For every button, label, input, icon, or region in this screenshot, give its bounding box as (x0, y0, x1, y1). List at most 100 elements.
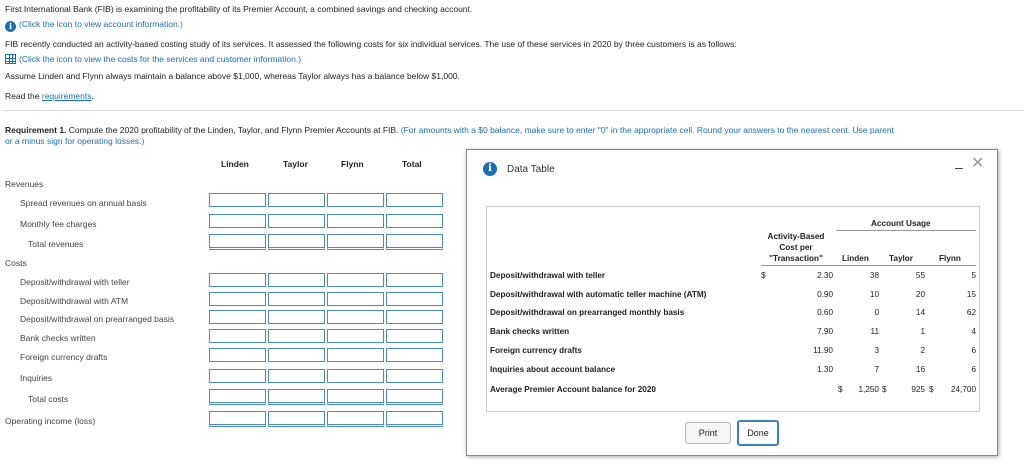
input-prearranged-taylor[interactable] (268, 310, 325, 324)
input-total-costs-taylor[interactable] (268, 389, 325, 405)
input-teller-total[interactable] (386, 273, 443, 287)
input-inquiries-total[interactable] (386, 369, 443, 383)
revenues-label: Revenues (5, 179, 44, 189)
row-cost: 11.90 (813, 346, 833, 355)
usage-header-flynn: Flynn (939, 254, 961, 263)
input-total-revenues-linden[interactable] (209, 234, 266, 250)
input-atm-linden[interactable] (209, 292, 266, 306)
intro-line-2: FIB recently conducted an activity-based… (5, 39, 737, 49)
table-icon[interactable] (5, 54, 16, 64)
row-label: Deposit/withdrawal with automatic teller… (490, 290, 707, 299)
avg-dollar-2: $ (882, 385, 887, 394)
row-taylor: 14 (915, 308, 925, 317)
read-prefix: Read the (5, 91, 42, 101)
input-operating-income-flynn[interactable] (327, 411, 384, 427)
account-info-link[interactable]: (Click the icon to view account informat… (19, 19, 183, 29)
done-button[interactable]: Done (737, 420, 779, 446)
input-foreign-taylor[interactable] (268, 348, 325, 362)
input-prearranged-linden[interactable] (209, 310, 266, 324)
abc-header-2: Cost per (779, 243, 813, 252)
input-atm-taylor[interactable] (268, 292, 325, 306)
input-checks-flynn[interactable] (327, 329, 384, 343)
row-label-operating-income: Operating income (loss) (5, 416, 96, 426)
col-header-linden: Linden (221, 159, 249, 169)
input-checks-taylor[interactable] (268, 329, 325, 343)
usage-header-taylor: Taylor (889, 254, 913, 263)
input-inquiries-linden[interactable] (209, 369, 266, 383)
avg-flynn: 24,700 (950, 385, 976, 394)
requirement-hint-2: or a minus sign for operating losses.) (5, 136, 145, 146)
row-label-total-revenues: Total revenues (28, 239, 84, 249)
row-label-atm: Deposit/withdrawal with ATM (20, 296, 129, 306)
row-taylor: 55 (915, 271, 925, 280)
input-checks-total[interactable] (386, 329, 443, 343)
input-total-revenues-taylor[interactable] (268, 234, 325, 250)
avg-dollar-1: $ (838, 385, 843, 394)
row-linden: 0 (874, 308, 879, 317)
row-linden: 38 (869, 271, 879, 280)
row-linden: 10 (869, 290, 879, 299)
input-total-revenues-flynn[interactable] (327, 234, 384, 250)
row-label: Inquiries about account balance (490, 365, 616, 374)
input-operating-income-taylor[interactable] (268, 411, 325, 427)
row-label: Bank checks written (490, 327, 570, 336)
input-monthly-linden[interactable] (209, 214, 266, 228)
input-total-costs-linden[interactable] (209, 389, 266, 405)
abc-header-3: "Transaction" (769, 254, 823, 263)
input-prearranged-total[interactable] (386, 310, 443, 324)
input-monthly-taylor[interactable] (268, 214, 325, 228)
input-atm-total[interactable] (386, 292, 443, 306)
input-spread-taylor[interactable] (268, 193, 325, 207)
requirement-line: Requirement 1. Compute the 2020 profitab… (5, 125, 894, 135)
input-spread-flynn[interactable] (327, 193, 384, 207)
row-linden: 11 (870, 327, 880, 336)
input-inquiries-taylor[interactable] (268, 369, 325, 383)
row-flynn: 5 (971, 271, 976, 280)
input-spread-total[interactable] (386, 193, 443, 207)
row-label-total-costs: Total costs (28, 394, 69, 404)
row-flynn: 6 (971, 346, 976, 355)
requirement-hint: (For amounts with a $0 balance, make sur… (400, 125, 894, 135)
row-cost: 1.30 (817, 365, 833, 374)
costs-info-link[interactable]: (Click the icon to view the costs for th… (19, 54, 301, 64)
input-operating-income-total[interactable] (386, 411, 443, 427)
input-teller-flynn[interactable] (327, 273, 384, 287)
input-monthly-flynn[interactable] (327, 214, 384, 228)
row-cost: 7.90 (817, 327, 833, 336)
input-checks-linden[interactable] (209, 329, 266, 343)
requirement-text: Compute the 2020 profitability of the Li… (66, 125, 401, 135)
avg-linden: 1,250 (858, 385, 880, 394)
input-foreign-flynn[interactable] (327, 348, 384, 362)
input-atm-flynn[interactable] (327, 292, 384, 306)
requirements-link[interactable]: requirements (42, 91, 92, 101)
usage-header-linden: Linden (842, 254, 869, 263)
input-total-costs-total[interactable] (386, 389, 443, 405)
requirement-label: Requirement 1. (5, 125, 67, 135)
costs-info-row: (Click the icon to view the costs for th… (5, 54, 301, 64)
input-monthly-total[interactable] (386, 214, 443, 228)
input-inquiries-flynn[interactable] (327, 369, 384, 383)
info-icon[interactable]: i (5, 21, 16, 32)
row-label: Deposit/withdrawal on prearranged monthl… (490, 308, 685, 317)
close-icon[interactable]: ✕ (971, 153, 984, 173)
col-header-total: Total (402, 159, 422, 169)
input-teller-taylor[interactable] (268, 273, 325, 287)
input-teller-linden[interactable] (209, 273, 266, 287)
input-total-costs-flynn[interactable] (327, 389, 384, 405)
input-total-revenues-total[interactable] (386, 234, 443, 250)
account-usage-header: Account Usage (871, 219, 931, 228)
input-foreign-total[interactable] (386, 348, 443, 362)
row-currency: $ (761, 271, 766, 280)
account-info-row: i (Click the icon to view account informa… (5, 19, 183, 32)
input-foreign-linden[interactable] (209, 348, 266, 362)
input-spread-linden[interactable] (209, 193, 266, 207)
row-label-spread: Spread revenues on annual basis (20, 198, 147, 208)
input-operating-income-linden[interactable] (209, 411, 266, 427)
row-label-teller: Deposit/withdrawal with teller (20, 277, 130, 287)
input-prearranged-flynn[interactable] (327, 310, 384, 324)
row-taylor: 1 (920, 327, 925, 336)
print-button[interactable]: Print (685, 422, 731, 444)
row-taylor: 20 (915, 290, 925, 299)
row-label: Foreign currency drafts (490, 346, 582, 355)
minimize-icon[interactable]: – (955, 159, 963, 175)
